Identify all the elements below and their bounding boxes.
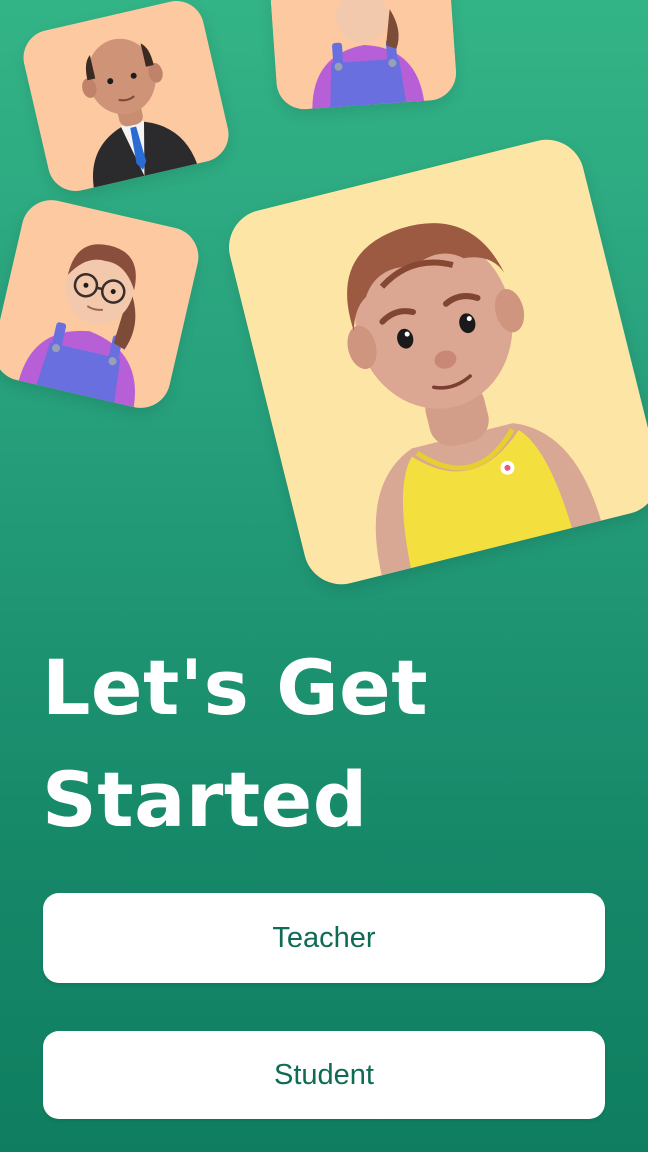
teacher-avatar-card (17, 0, 235, 197)
student-girl-avatar-card (267, 0, 459, 112)
boy-avatar-card (220, 131, 648, 593)
teacher-avatar-image (17, 0, 235, 197)
page-title-line-1: Let's Get (42, 643, 429, 732)
girl-with-glasses-avatar-card (0, 194, 205, 414)
student-girl-avatar-image (267, 0, 459, 112)
boy-avatar-image (220, 131, 648, 593)
onboarding-screen: Let's Get Started Teacher Student (0, 0, 648, 1152)
girl-with-glasses-avatar-image (0, 194, 205, 414)
page-title-line-2: Started (42, 755, 368, 844)
teacher-button[interactable]: Teacher (43, 893, 605, 983)
page-title: Let's Get Started (42, 632, 602, 856)
student-button[interactable]: Student (43, 1031, 605, 1119)
